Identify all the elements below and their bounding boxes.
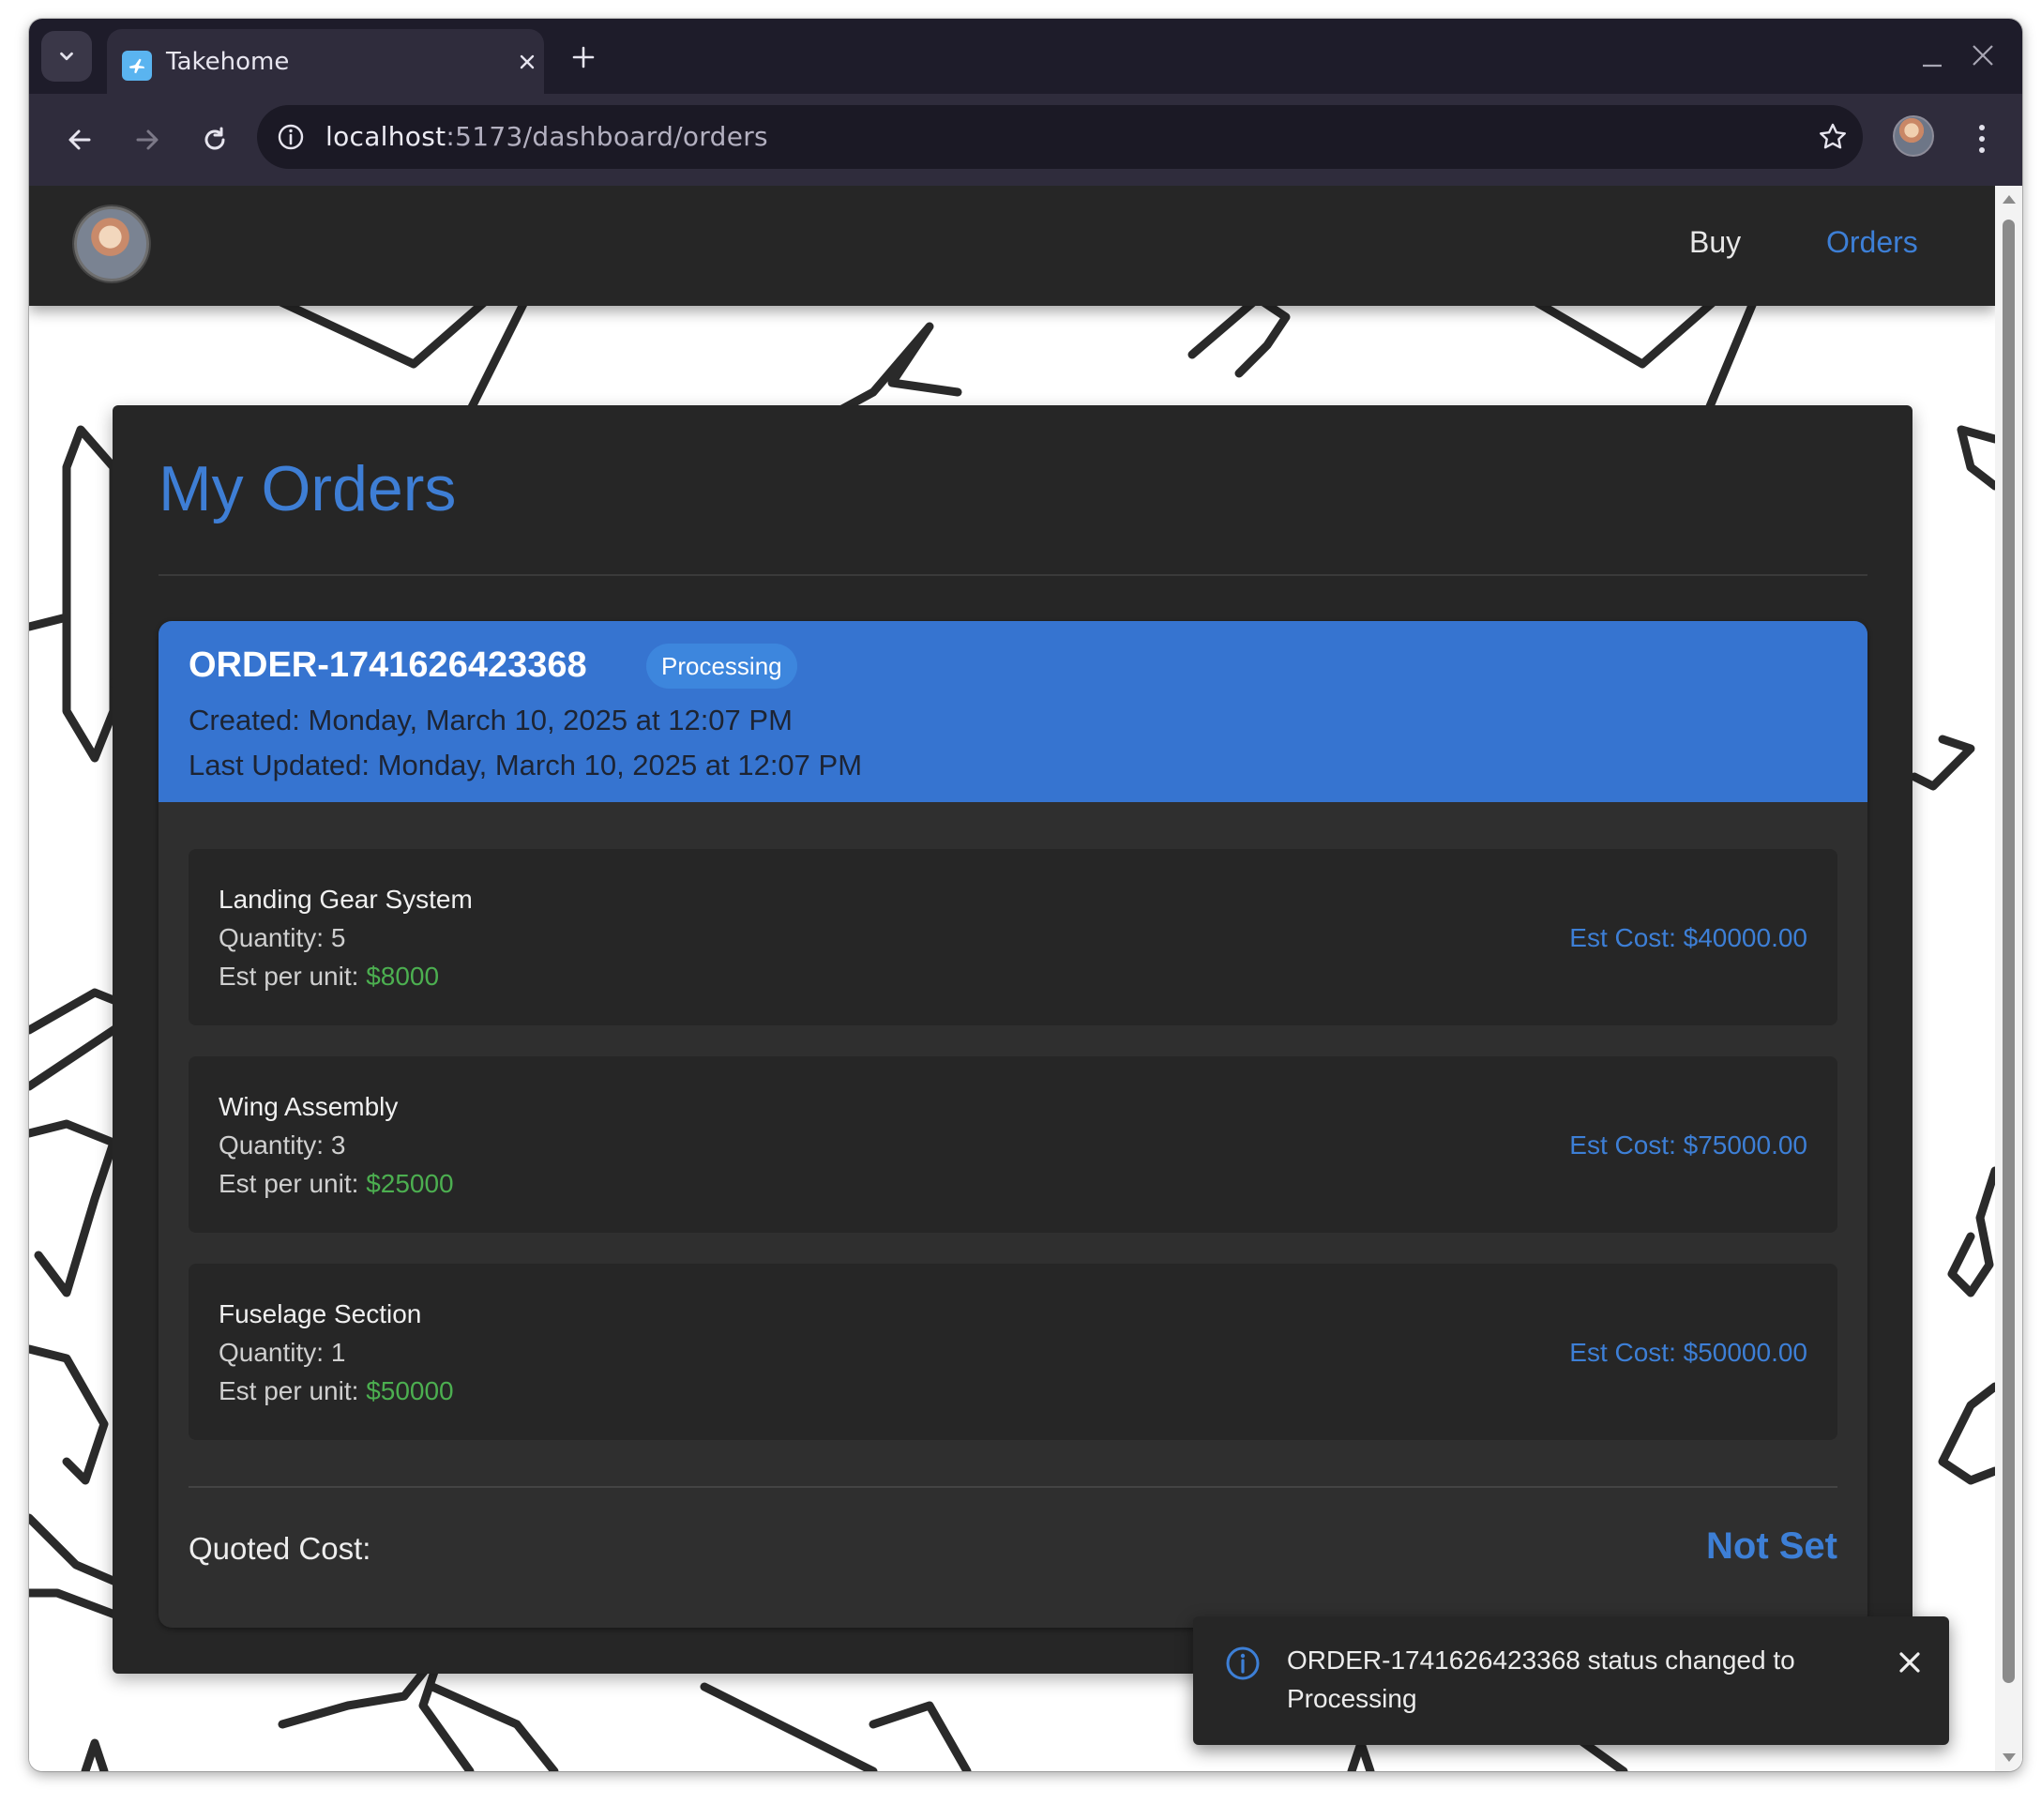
tab-strip: Takehome bbox=[29, 19, 2022, 94]
tab-title: Takehome bbox=[166, 48, 290, 76]
new-tab-button[interactable] bbox=[567, 40, 600, 74]
bookmark-star-icon[interactable] bbox=[1816, 120, 1850, 154]
browser-window: Takehome localhost:5173/dashboard/orders… bbox=[29, 19, 2022, 1771]
site-info-icon[interactable] bbox=[273, 119, 309, 155]
minimize-window-button[interactable] bbox=[1919, 45, 1945, 71]
order-card: ORDER-1741626423368 Processing Created: … bbox=[159, 621, 1867, 1628]
status-toast: ORDER-1741626423368 status changed to Pr… bbox=[1193, 1616, 1949, 1745]
close-tab-icon[interactable] bbox=[512, 47, 542, 77]
airplane-favicon-icon bbox=[122, 51, 152, 81]
page-scrollbar[interactable] bbox=[1995, 186, 2022, 1771]
item-est-cost: Est Cost: $50000.00 bbox=[1569, 1338, 1807, 1367]
reload-button[interactable] bbox=[191, 116, 238, 163]
quoted-cost-value: Not Set bbox=[1706, 1525, 1837, 1567]
order-header: ORDER-1741626423368 Processing Created: … bbox=[159, 621, 1867, 802]
browser-toolbar: localhost:5173/dashboard/orders bbox=[29, 94, 2022, 186]
item-unit-price: Est per unit: $50000 bbox=[219, 1376, 454, 1406]
url-host: localhost bbox=[325, 121, 446, 152]
item-name: Fuselage Section bbox=[219, 1299, 422, 1328]
scroll-down-arrow[interactable] bbox=[2003, 1753, 2016, 1762]
chevron-down-icon bbox=[60, 52, 73, 61]
item-unit-price: Est per unit: $8000 bbox=[219, 962, 439, 992]
item-unit-value: $50000 bbox=[366, 1376, 454, 1405]
divider bbox=[159, 574, 1867, 576]
profile-avatar[interactable] bbox=[1893, 115, 1934, 157]
reload-icon bbox=[204, 127, 225, 150]
close-window-button[interactable] bbox=[1969, 41, 1997, 69]
arrow-right-icon bbox=[136, 129, 159, 150]
user-avatar[interactable] bbox=[74, 206, 149, 281]
item-unit-label: Est per unit: bbox=[219, 1376, 367, 1405]
page-title: My Orders bbox=[159, 453, 457, 524]
order-created-date: Created: Monday, March 10, 2025 at 12:07… bbox=[189, 704, 793, 736]
tab-takehome[interactable]: Takehome bbox=[107, 29, 544, 94]
order-id: ORDER-1741626423368 bbox=[189, 645, 587, 685]
item-quantity: Quantity: 5 bbox=[219, 923, 346, 952]
app-navbar: Buy Orders bbox=[29, 186, 1995, 306]
item-est-cost: Est Cost: $40000.00 bbox=[1569, 923, 1807, 952]
item-quantity: Quantity: 1 bbox=[219, 1338, 346, 1367]
scroll-thumb[interactable] bbox=[2003, 220, 2015, 1683]
order-item: Fuselage Section Quantity: 1 Est per uni… bbox=[189, 1264, 1837, 1440]
scroll-up-arrow[interactable] bbox=[2003, 195, 2016, 204]
nav-link-orders[interactable]: Orders bbox=[1826, 225, 1918, 260]
order-updated-date: Last Updated: Monday, March 10, 2025 at … bbox=[189, 749, 863, 781]
item-name: Wing Assembly bbox=[219, 1092, 399, 1121]
browser-menu-icon[interactable] bbox=[1973, 118, 1991, 159]
item-unit-label: Est per unit: bbox=[219, 962, 367, 991]
item-unit-value: $25000 bbox=[366, 1169, 454, 1198]
item-quantity: Quantity: 3 bbox=[219, 1130, 346, 1160]
arrow-left-icon bbox=[68, 129, 91, 150]
item-name: Landing Gear System bbox=[219, 885, 473, 914]
back-button[interactable] bbox=[56, 116, 103, 163]
orders-card: My Orders ORDER-1741626423368 Processing… bbox=[113, 405, 1912, 1674]
order-item: Landing Gear System Quantity: 5 Est per … bbox=[189, 849, 1837, 1025]
address-bar[interactable]: localhost:5173/dashboard/orders bbox=[257, 105, 1863, 169]
url-path: :5173/dashboard/orders bbox=[446, 121, 768, 152]
forward-button[interactable] bbox=[124, 116, 171, 163]
quoted-cost-label: Quoted Cost: bbox=[189, 1531, 371, 1566]
tab-search-button[interactable] bbox=[41, 31, 92, 82]
nav-link-buy[interactable]: Buy bbox=[1689, 225, 1741, 260]
close-icon[interactable] bbox=[1894, 1646, 1926, 1678]
plus-icon bbox=[572, 46, 595, 68]
item-unit-value: $8000 bbox=[366, 962, 440, 991]
order-item: Wing Assembly Quantity: 3 Est per unit: … bbox=[189, 1056, 1837, 1233]
item-unit-price: Est per unit: $25000 bbox=[219, 1169, 454, 1199]
info-icon bbox=[1226, 1646, 1260, 1680]
item-unit-label: Est per unit: bbox=[219, 1169, 367, 1198]
divider bbox=[189, 1486, 1837, 1488]
toast-message: ORDER-1741626423368 status changed to Pr… bbox=[1287, 1646, 1795, 1713]
url-text[interactable]: localhost:5173/dashboard/orders bbox=[325, 121, 768, 152]
page-viewport: Buy Orders My Orders ORDER-1741626423368… bbox=[29, 186, 1995, 1771]
status-badge: Processing bbox=[646, 644, 797, 689]
item-est-cost: Est Cost: $75000.00 bbox=[1569, 1130, 1807, 1160]
